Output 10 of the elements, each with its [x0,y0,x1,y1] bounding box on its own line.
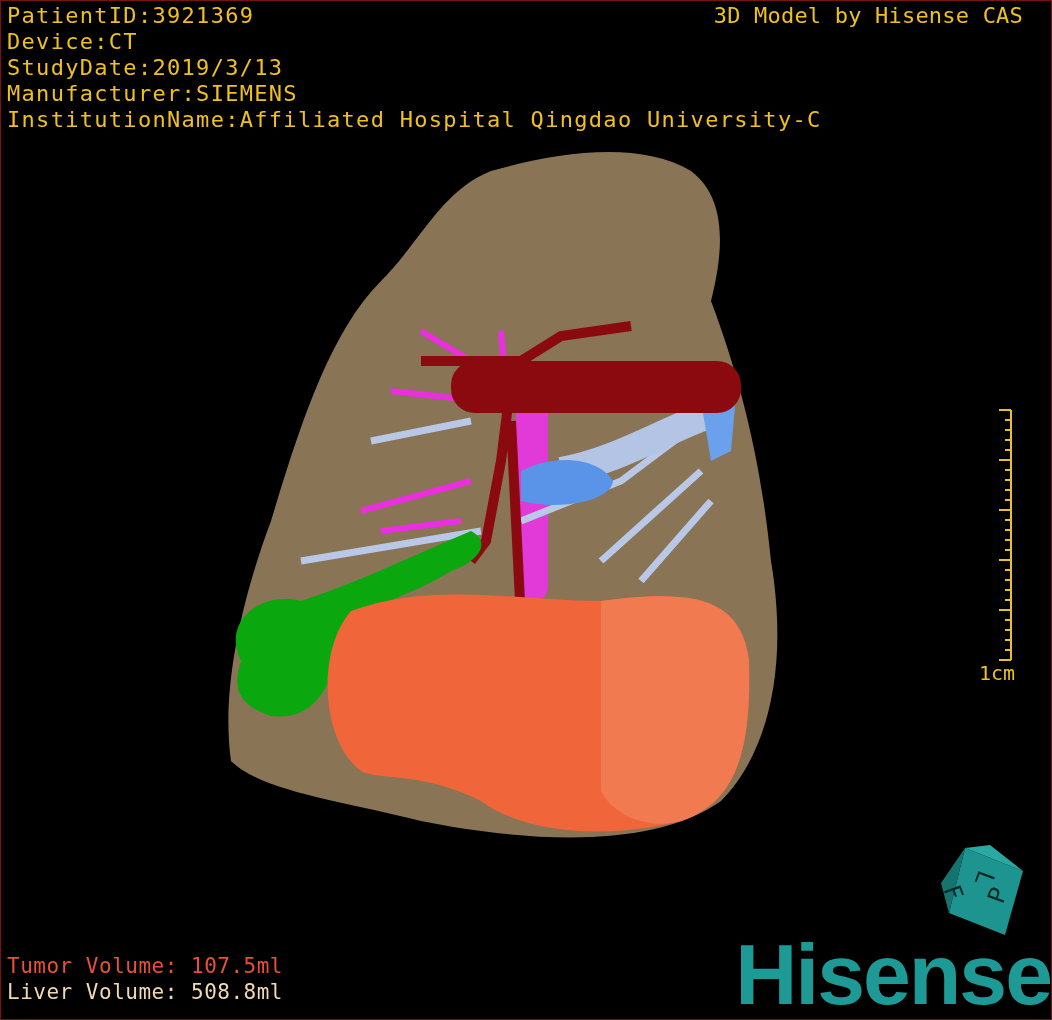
scale-label: 1cm [978,661,1015,685]
volume-text: Tumor Volume: 107.5ml [7,953,283,979]
model-credit-text: 3D Model by Hisense CAS [713,3,1023,29]
volume-text: Liver Volume: 508.8ml [7,979,283,1005]
patient-info-text: PatientID:3921369 [7,3,255,29]
patient-info-text: Device:CT [7,29,138,55]
brand-logo: Hisense [735,929,1051,1019]
patient-info-text: Manufacturer:SIEMENS [7,81,298,107]
patient-info-text: InstitutionName:Affiliated Hospital Qingdao University-C [7,107,822,133]
patient-info-text: StudyDate:2019/3/13 [7,55,284,81]
